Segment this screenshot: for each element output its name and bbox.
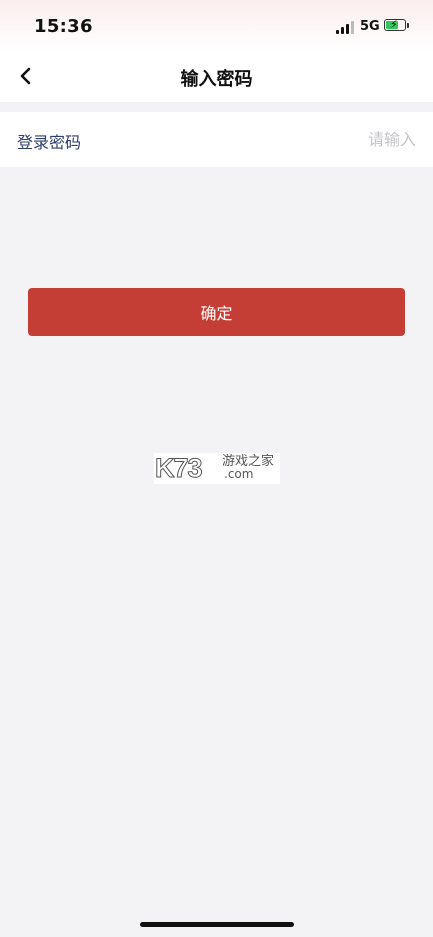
charging-bolt-icon: ⚡ bbox=[390, 18, 398, 31]
signal-icon bbox=[336, 20, 356, 34]
page-title: 输入密码 bbox=[180, 69, 253, 90]
watermark-brand: K73 bbox=[155, 453, 204, 484]
nav-bar: 输入密码 bbox=[0, 52, 433, 102]
password-label: 登录密码 bbox=[17, 133, 82, 152]
watermark-domain: .com bbox=[224, 467, 254, 481]
network-type: 5G bbox=[360, 19, 380, 34]
battery-cap bbox=[407, 23, 409, 28]
status-bar: 15:36 5G ⚡ bbox=[0, 0, 433, 52]
status-time: 15:36 bbox=[34, 16, 93, 37]
watermark-logo: K73 游戏之家 .com bbox=[154, 453, 280, 484]
confirm-button[interactable]: 确定 bbox=[28, 288, 405, 336]
password-input[interactable] bbox=[216, 126, 416, 152]
password-field-row: 登录密码 bbox=[0, 112, 433, 167]
home-indicator[interactable] bbox=[140, 922, 294, 927]
battery-icon: ⚡ bbox=[384, 18, 406, 31]
